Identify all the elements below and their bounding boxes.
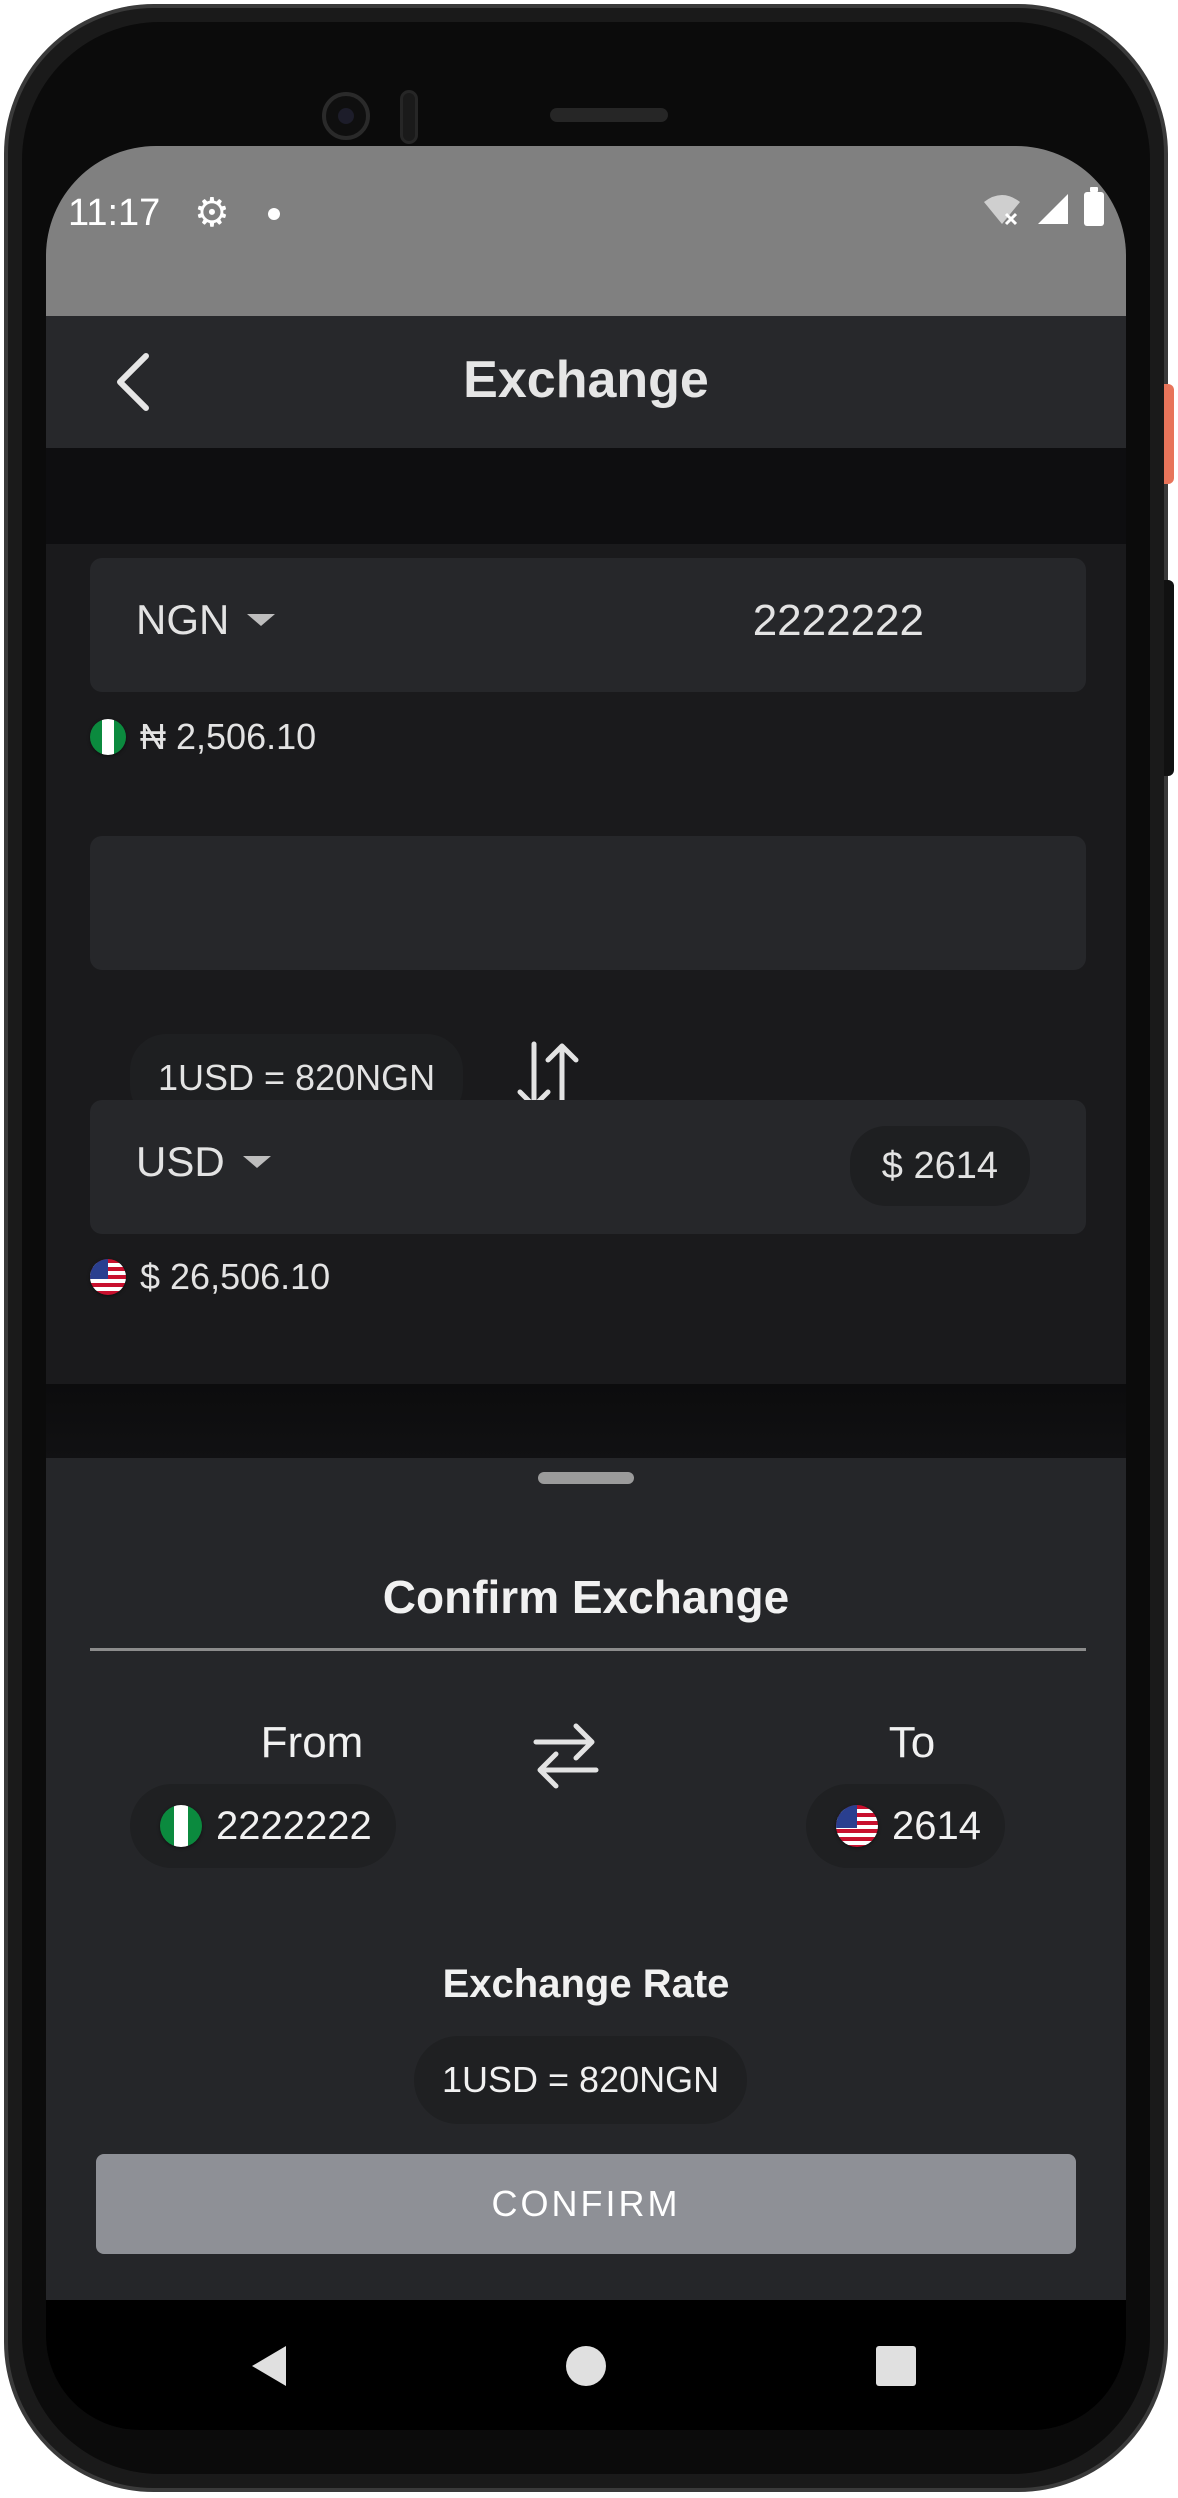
from-label: From xyxy=(260,1718,364,1767)
nav-recents-icon[interactable] xyxy=(876,2346,916,2386)
nigeria-flag-icon xyxy=(160,1805,202,1847)
exchange-rate-pill: 1USD = 820NGN xyxy=(414,2036,748,2124)
status-bar: 11:17 ⚙ xyxy=(46,146,1126,316)
header-spacer xyxy=(46,448,1126,544)
confirm-bottom-sheet: Confirm Exchange From 2222222 To 2614 Ex… xyxy=(46,1458,1126,2300)
nav-back-icon[interactable] xyxy=(252,2346,286,2386)
earpiece-speaker xyxy=(550,108,668,122)
wifi-off-icon xyxy=(984,195,1020,226)
confirm-button[interactable]: CONFIRM xyxy=(96,2154,1076,2254)
screen: 11:17 ⚙ Exchange NGN 2222222 ₦ 2,506.10 … xyxy=(46,146,1126,2430)
from-currency-dropdown[interactable]: NGN xyxy=(136,596,276,644)
drag-handle[interactable] xyxy=(538,1472,634,1484)
notification-dot-icon xyxy=(268,208,280,220)
volume-button xyxy=(1164,580,1174,776)
front-camera xyxy=(322,92,370,140)
to-value: 2614 xyxy=(892,1803,981,1848)
from-amount-input[interactable]: 2222222 xyxy=(753,596,924,646)
status-time: 11:17 xyxy=(68,192,161,234)
to-amount-pill[interactable]: $ 2614 xyxy=(849,1126,1030,1206)
proximity-sensor xyxy=(400,90,418,144)
status-icons xyxy=(982,187,1104,226)
sheet-scrim xyxy=(46,1384,1126,1458)
to-currency-label: USD xyxy=(136,1138,225,1185)
swap-horizontal-arrows-icon[interactable] xyxy=(526,1716,606,1796)
battery-icon xyxy=(1084,187,1104,226)
to-amount-value: $ 2614 xyxy=(881,1145,998,1187)
to-currency-dropdown[interactable]: USD xyxy=(136,1138,271,1186)
to-label: To xyxy=(888,1718,936,1767)
exchange-rate-title: Exchange Rate xyxy=(442,1962,730,2006)
sheet-title: Confirm Exchange xyxy=(382,1571,790,1623)
nav-home-icon[interactable] xyxy=(566,2346,606,2386)
gear-icon: ⚙ xyxy=(194,191,230,235)
from-balance-value: ₦ 2,506.10 xyxy=(140,716,317,757)
to-balance: $ 26,506.10 xyxy=(90,1256,330,1298)
power-button xyxy=(1164,384,1174,484)
from-balance: ₦ 2,506.10 xyxy=(90,716,316,758)
caret-down-icon xyxy=(247,614,276,626)
to-value-pill: 2614 xyxy=(806,1784,1005,1868)
from-value-pill: 2222222 xyxy=(130,1784,396,1868)
usa-flag-icon xyxy=(836,1805,878,1847)
signal-icon xyxy=(1038,194,1068,224)
to-balance-value: $ 26,506.10 xyxy=(140,1256,331,1297)
from-value: 2222222 xyxy=(216,1803,372,1848)
page-title: Exchange xyxy=(463,351,709,409)
from-currency-label: NGN xyxy=(136,596,230,643)
caret-down-icon xyxy=(242,1156,271,1168)
to-amount-card-body: USD $ 2614 xyxy=(90,1100,1086,1234)
usa-flag-icon xyxy=(90,1259,126,1295)
from-amount-card: NGN 2222222 xyxy=(90,558,1086,692)
to-amount-card xyxy=(90,836,1086,970)
divider xyxy=(90,1648,1086,1651)
system-nav-bar xyxy=(46,2300,1126,2430)
nigeria-flag-icon xyxy=(90,719,126,755)
app-bar: Exchange xyxy=(46,316,1126,448)
